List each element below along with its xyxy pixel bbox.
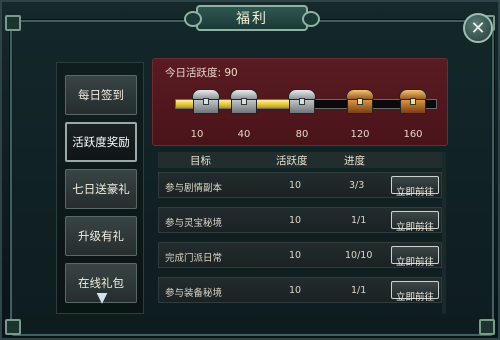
- scrollbar[interactable]: [442, 152, 446, 314]
- sidebar-item-label: 升级有礼: [78, 229, 124, 243]
- task-points: 10: [289, 250, 302, 261]
- chevron-down-icon[interactable]: ▼: [90, 290, 114, 306]
- close-icon: ✕: [470, 17, 486, 39]
- milestone-value: 40: [237, 129, 251, 140]
- sidebar-item-level-up-gift[interactable]: 升级有礼: [65, 216, 137, 256]
- task-table-header: 目标 活跃度 进度: [158, 152, 442, 168]
- chest-10-icon[interactable]: [191, 89, 221, 115]
- task-points: 10: [289, 180, 302, 191]
- task-points: 10: [289, 215, 302, 226]
- sidebar-item-daily-signin[interactable]: 每日签到: [65, 75, 137, 115]
- window-frame: 福利 ✕ 每日签到 活跃度奖励 七日送豪礼 升级有礼 在线礼包 ▼ 今日活跃度:…: [0, 0, 500, 340]
- activity-content: 今日活跃度: 90 10 40 80 120 160 目标 活跃度 进度 参与剧…: [152, 58, 448, 314]
- go-now-button[interactable]: 立即前往: [391, 176, 439, 198]
- task-goal: 参与剧情副本: [165, 183, 223, 194]
- column-header-goal: 目标: [190, 155, 211, 167]
- go-now-button[interactable]: 立即前往: [391, 281, 439, 303]
- activity-panel: 今日活跃度: 90 10 40 80 120 160: [152, 58, 448, 146]
- go-now-label: 立即前往: [395, 187, 434, 198]
- task-goal: 参与装备秘境: [165, 288, 223, 299]
- close-button[interactable]: ✕: [463, 13, 493, 43]
- corner-ornament: [479, 319, 495, 335]
- task-progress: 10/10: [345, 250, 373, 261]
- table-row: 完成门派日常 10 10/10 立即前往: [158, 242, 442, 268]
- task-points: 10: [289, 285, 302, 296]
- chest-120-icon[interactable]: [345, 89, 375, 115]
- sidebar-item-label: 在线礼包: [78, 276, 124, 290]
- sidebar-item-label: 每日签到: [78, 88, 124, 102]
- sidebar-menu: 每日签到 活跃度奖励 七日送豪礼 升级有礼 在线礼包: [56, 62, 144, 314]
- title-banner: 福利: [184, 5, 320, 31]
- task-progress: 1/1: [351, 215, 367, 226]
- sidebar-item-activity-reward[interactable]: 活跃度奖励: [65, 122, 137, 162]
- milestone-value: 80: [295, 129, 309, 140]
- go-now-label: 立即前往: [395, 292, 434, 303]
- banner-ornament: [302, 11, 320, 27]
- chest-160-icon[interactable]: [398, 89, 428, 115]
- table-row: 参与装备秘境 10 1/1 立即前往: [158, 277, 442, 303]
- banner-ornament: [184, 11, 202, 27]
- task-goal: 参与灵宝秘境: [165, 218, 223, 229]
- window-title: 福利: [236, 11, 268, 27]
- table-row: 参与灵宝秘境 10 1/1 立即前往: [158, 207, 442, 233]
- go-now-button[interactable]: 立即前往: [391, 246, 439, 268]
- chest-80-icon[interactable]: [287, 89, 317, 115]
- sidebar-item-label: 活跃度奖励: [72, 135, 130, 149]
- sidebar-item-seven-day-gift[interactable]: 七日送豪礼: [65, 169, 137, 209]
- sidebar-item-label: 七日送豪礼: [72, 182, 130, 196]
- column-header-progress: 进度: [344, 155, 365, 167]
- milestone-value: 120: [350, 129, 370, 140]
- go-now-button[interactable]: 立即前往: [391, 211, 439, 233]
- task-goal: 完成门派日常: [165, 253, 223, 264]
- task-progress: 1/1: [351, 285, 367, 296]
- corner-ornament: [5, 319, 21, 335]
- column-header-points: 活跃度: [276, 155, 308, 167]
- milestone-value: 160: [403, 129, 423, 140]
- corner-ornament: [5, 15, 21, 31]
- chest-40-icon[interactable]: [229, 89, 259, 115]
- go-now-label: 立即前往: [395, 222, 434, 233]
- task-progress: 3/3: [349, 180, 365, 191]
- activity-score-label: 今日活跃度: 90: [165, 67, 238, 79]
- milestone-value: 10: [190, 129, 204, 140]
- go-now-label: 立即前往: [395, 257, 434, 268]
- table-row: 参与剧情副本 10 3/3 立即前往: [158, 172, 442, 198]
